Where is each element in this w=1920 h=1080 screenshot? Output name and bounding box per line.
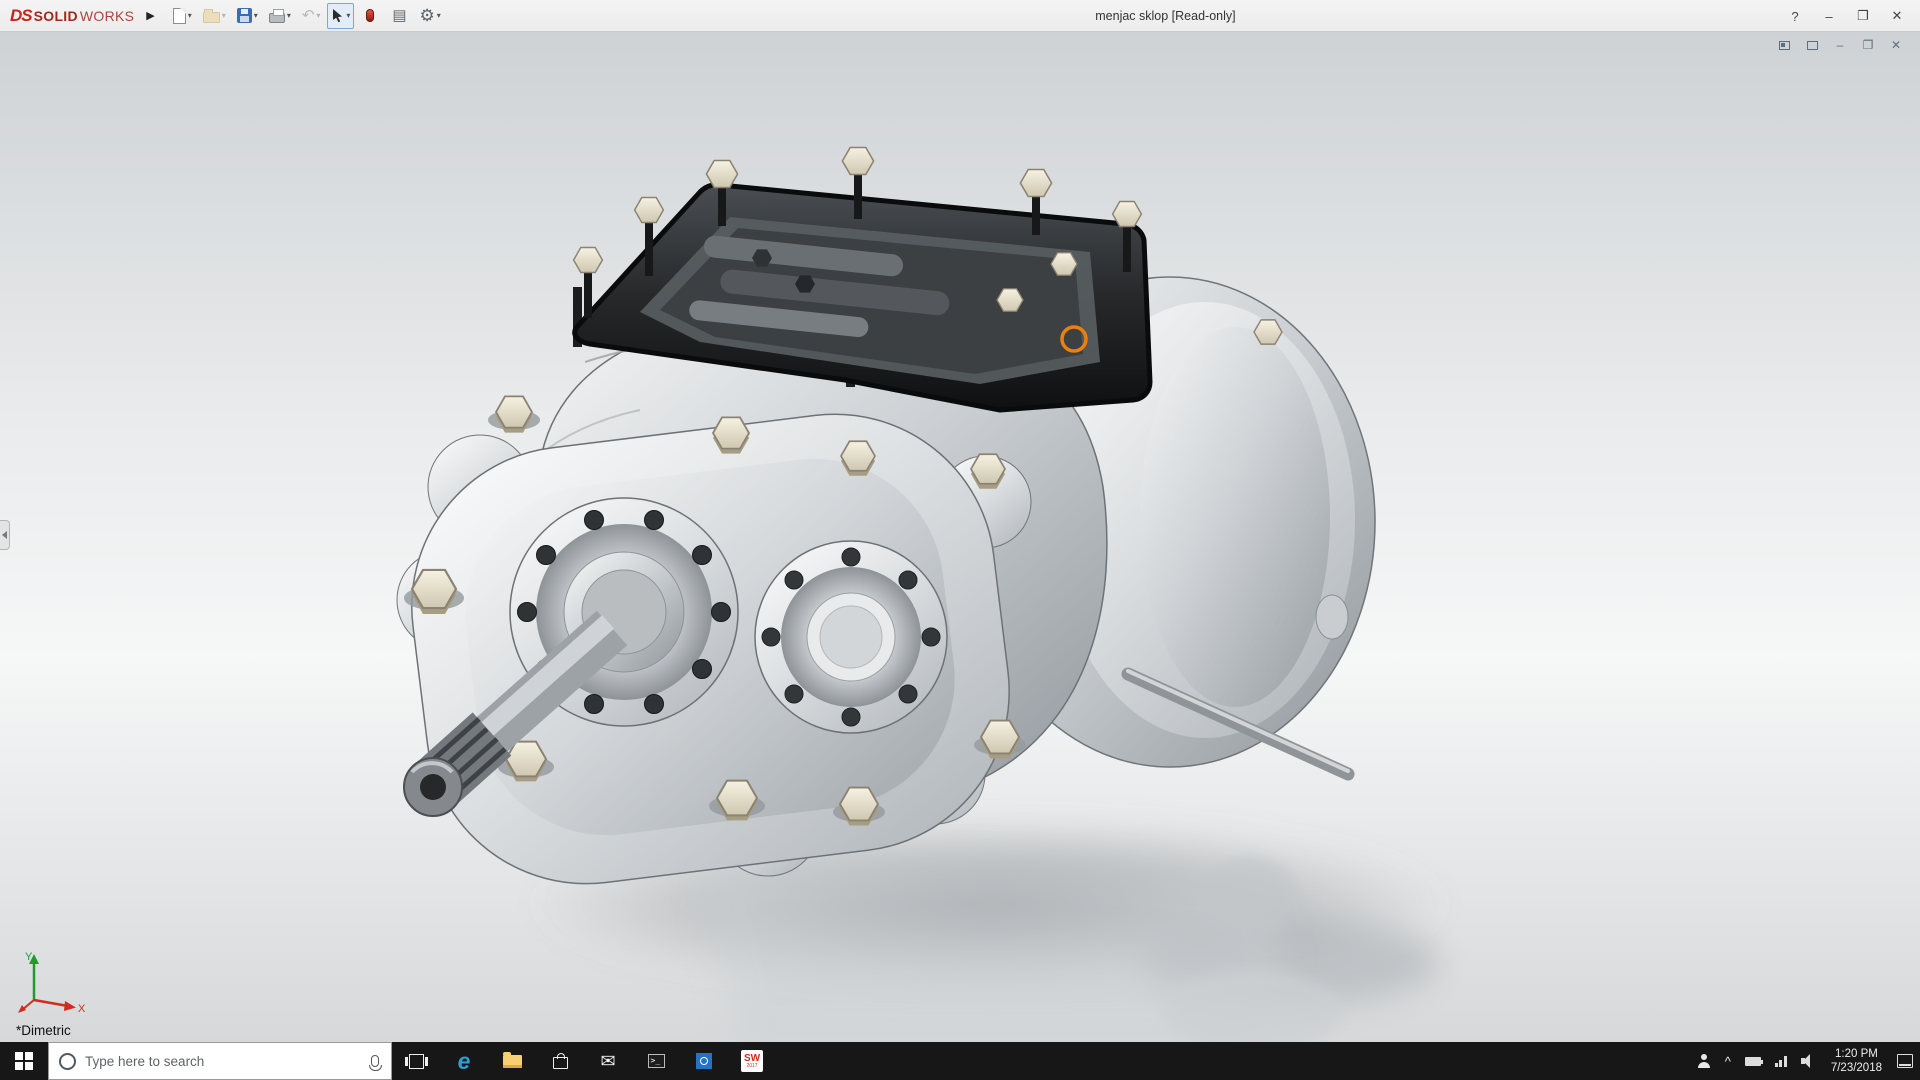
chevron-down-icon: ▾ [437, 11, 441, 20]
triad-x-label: X [78, 1003, 86, 1015]
select-cursor-icon [331, 8, 344, 23]
float-window-icon [1807, 41, 1818, 50]
chevron-down-icon: ▾ [287, 11, 291, 20]
maximize-button[interactable]: ❐ [1848, 3, 1878, 29]
doc-minimize-button[interactable]: – [1832, 38, 1848, 52]
file-explorer-button[interactable] [488, 1042, 536, 1080]
report-sheet-button[interactable]: ▤ [386, 3, 412, 29]
dock-window-button[interactable] [1776, 38, 1792, 52]
document-title: menjac sklop [Read-only] [1095, 0, 1235, 32]
titlebar-window-controls: ? – ❐ ✕ [1780, 0, 1912, 32]
taskbar-search[interactable] [48, 1042, 392, 1080]
person-icon [1697, 1054, 1711, 1068]
solidworks-titlebar: DS SOLID WORKS ▶ ▾ ▾ ▾ ▾ ↶ [0, 0, 1920, 32]
solidworks-logo: DS SOLID WORKS [10, 6, 134, 26]
start-button[interactable] [0, 1042, 48, 1080]
microphone-icon[interactable] [371, 1055, 379, 1067]
ds-logo-mark: DS [10, 6, 32, 26]
open-button[interactable]: ▾ [199, 3, 230, 29]
chevron-down-icon: ▾ [316, 11, 320, 20]
options-button[interactable]: ⚙ ▾ [415, 3, 444, 29]
windows-logo-icon [15, 1052, 33, 1070]
volume-button[interactable] [1794, 1042, 1823, 1080]
people-button[interactable] [1690, 1042, 1718, 1080]
triad-y-label: Y [25, 951, 33, 963]
minimize-button[interactable]: – [1814, 3, 1844, 29]
chevron-down-icon: ▾ [346, 11, 350, 20]
folder-icon [503, 1055, 522, 1068]
new-document-button[interactable]: ▾ [169, 3, 196, 29]
photos-button[interactable] [680, 1042, 728, 1080]
taskbar-clock[interactable]: 1:20 PM 7/23/2018 [1823, 1042, 1890, 1080]
chevron-down-icon: ▾ [222, 11, 226, 20]
windows-taskbar: e ✉ >_ SW 2017 ^ [0, 1042, 1920, 1080]
view-orientation-label: *Dimetric [16, 1023, 71, 1038]
save-floppy-icon [237, 8, 252, 23]
select-tool-button[interactable]: ▾ [327, 3, 354, 29]
command-prompt-button[interactable]: >_ [632, 1042, 680, 1080]
battery-button[interactable] [1738, 1042, 1768, 1080]
gear-icon: ⚙ [419, 7, 434, 24]
logo-works-text: WORKS [80, 8, 134, 24]
solidworks-app-button[interactable]: SW 2017 [728, 1042, 776, 1080]
edge-icon: e [458, 1048, 471, 1075]
logo-solid-text: SOLID [34, 8, 78, 24]
open-folder-icon [203, 12, 220, 23]
chevron-down-icon: ▾ [254, 11, 258, 20]
edge-button[interactable]: e [440, 1042, 488, 1080]
chevron-down-icon: ▾ [188, 11, 192, 20]
action-center-icon [1897, 1054, 1913, 1068]
close-button[interactable]: ✕ [1882, 3, 1912, 29]
mail-envelope-icon: ✉ [600, 1051, 615, 1072]
chevron-up-icon: ^ [1725, 1054, 1731, 1069]
appearance-capsule-icon [366, 9, 374, 22]
task-view-button[interactable] [392, 1042, 440, 1080]
doc-close-button[interactable]: ✕ [1888, 38, 1904, 52]
printer-icon [269, 13, 285, 23]
task-view-icon [409, 1054, 424, 1069]
speaker-icon [1801, 1054, 1816, 1068]
help-button[interactable]: ? [1780, 3, 1810, 29]
featuremanager-collapse-tab[interactable] [0, 520, 10, 550]
sheet-icon: ▤ [392, 8, 406, 23]
appearance-button[interactable] [357, 3, 383, 29]
undo-arrow-icon: ↶ [302, 8, 315, 23]
cortana-icon [59, 1053, 76, 1070]
save-button[interactable]: ▾ [233, 3, 262, 29]
document-window-controls: – ❐ ✕ [1776, 38, 1904, 52]
store-bag-icon [553, 1057, 568, 1069]
system-tray: ^ 1:20 PM 7/23/2018 [1690, 1042, 1920, 1080]
desktop: DS SOLID WORKS ▶ ▾ ▾ ▾ ▾ ↶ [0, 0, 1920, 1080]
command-prompt-icon: >_ [648, 1054, 665, 1068]
model-canvas [0, 32, 1920, 1042]
float-window-button[interactable] [1804, 38, 1820, 52]
graphics-viewport[interactable]: – ❐ ✕ [0, 32, 1920, 1042]
action-center-button[interactable] [1890, 1042, 1920, 1080]
show-hidden-icons-button[interactable]: ^ [1718, 1042, 1738, 1080]
new-document-icon [173, 8, 186, 24]
network-icon [1775, 1055, 1787, 1067]
clock-date: 7/23/2018 [1831, 1061, 1882, 1075]
print-button[interactable]: ▾ [265, 3, 295, 29]
undo-button[interactable]: ↶ ▾ [298, 3, 325, 29]
quick-access-toolbar: ▾ ▾ ▾ ▾ ↶ ▾ ▾ [169, 3, 445, 29]
mail-button[interactable]: ✉ [584, 1042, 632, 1080]
output-flange [755, 541, 947, 733]
battery-icon [1745, 1057, 1761, 1066]
solidworks-app-icon: SW 2017 [741, 1050, 763, 1072]
menu-expand-arrow-icon[interactable]: ▶ [146, 9, 154, 22]
photos-icon [696, 1053, 712, 1069]
doc-restore-button[interactable]: ❐ [1860, 38, 1876, 52]
dock-window-icon [1779, 41, 1790, 50]
network-button[interactable] [1768, 1042, 1794, 1080]
store-button[interactable] [536, 1042, 584, 1080]
search-input[interactable] [85, 1054, 362, 1069]
orientation-triad: Y X [10, 948, 90, 1018]
clock-time: 1:20 PM [1835, 1047, 1878, 1061]
